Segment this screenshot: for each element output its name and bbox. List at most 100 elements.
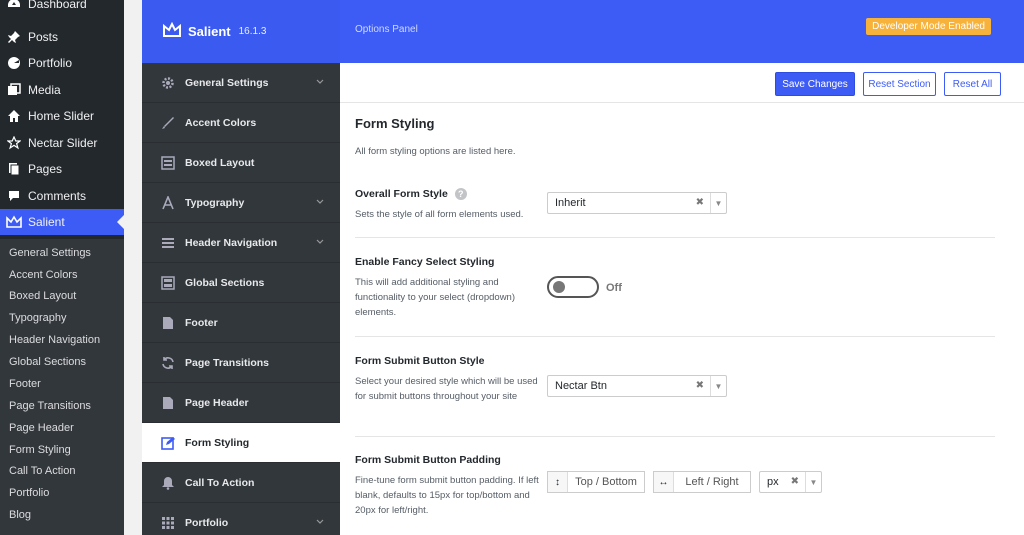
menu-icon xyxy=(160,235,176,251)
sidebar-item-label: General Settings xyxy=(185,76,269,89)
options-panel-label: Options Panel xyxy=(355,24,418,35)
chevron-down-icon[interactable]: ▼ xyxy=(710,193,726,213)
reset-section-button[interactable]: Reset Section xyxy=(863,72,936,96)
options-sidebar: General Settings Accent Colors Boxed Lay… xyxy=(142,63,340,535)
horizontal-arrows-icon: ↔ xyxy=(654,472,674,492)
padding-top-bottom-input[interactable]: ↕ Top / Bottom xyxy=(547,471,645,493)
padding-left-right-input[interactable]: ↔ Left / Right xyxy=(653,471,751,493)
clear-icon[interactable]: ✖ xyxy=(696,197,704,208)
sidebar-item-accent-colors[interactable]: Accent Colors xyxy=(142,103,340,143)
pages-icon xyxy=(6,161,22,177)
sidebar-item-label: Header Navigation xyxy=(185,236,278,249)
chevron-down-icon[interactable]: ▼ xyxy=(710,376,726,396)
sidebar-item-global-sections[interactable]: Global Sections xyxy=(142,263,340,303)
wp-menu-label: Portfolio xyxy=(28,56,73,70)
page-header-icon xyxy=(160,395,176,411)
submit-button-style-select[interactable]: Nectar Btn ✖ ▼ xyxy=(547,375,727,397)
wp-submenu-item[interactable]: General Settings xyxy=(9,243,91,263)
sidebar-item-page-transitions[interactable]: Page Transitions xyxy=(142,343,340,383)
wp-submenu-item[interactable]: Page Header xyxy=(9,418,74,438)
grid-icon xyxy=(160,515,176,531)
wp-menu-label: Home Slider xyxy=(28,109,95,123)
wp-menu-pages[interactable]: Pages xyxy=(0,156,124,182)
select-value: px xyxy=(767,476,779,488)
toggle-state: Off xyxy=(606,282,622,294)
wp-menu-portfolio[interactable]: Portfolio xyxy=(0,50,124,76)
wp-menu-dashboard[interactable]: Dashboard xyxy=(0,0,124,17)
sidebar-item-label: Portfolio xyxy=(185,516,229,529)
gear-icon xyxy=(160,75,176,91)
dashboard-icon xyxy=(6,0,22,12)
wp-menu-salient[interactable]: Salient xyxy=(0,209,124,235)
comments-icon xyxy=(6,188,22,204)
wp-submenu-item[interactable]: Call To Action xyxy=(9,461,75,481)
help-icon[interactable]: ? xyxy=(454,188,467,201)
options-toolbar: Save Changes Reset Section Reset All xyxy=(340,63,1024,103)
wp-submenu-item[interactable]: Portfolio xyxy=(9,483,49,503)
field-overall-form-style: Overall Form Style? Sets the style of al… xyxy=(355,175,995,238)
chevron-down-icon xyxy=(316,237,324,249)
wp-menu-nectar-slider[interactable]: Nectar Slider xyxy=(0,130,124,156)
fancy-select-toggle[interactable] xyxy=(547,276,599,298)
edit-icon xyxy=(160,435,176,451)
wp-menu-label: Nectar Slider xyxy=(28,136,98,150)
wp-submenu-item[interactable]: Form Styling xyxy=(9,440,71,460)
select-value: Nectar Btn xyxy=(555,380,607,392)
sidebar-item-label: Page Header xyxy=(185,396,249,409)
brand-title: Salient xyxy=(188,24,231,39)
chevron-down-icon[interactable]: ▼ xyxy=(805,472,821,492)
sidebar-item-call-to-action[interactable]: Call To Action xyxy=(142,463,340,503)
wp-submenu-item[interactable]: Typography xyxy=(9,308,66,328)
wp-submenu-item[interactable]: Global Sections xyxy=(9,352,86,372)
wp-menu-home-slider[interactable]: Home Slider xyxy=(0,103,124,129)
field-label: Form Submit Button Style xyxy=(355,355,485,367)
sidebar-item-general-settings[interactable]: General Settings xyxy=(142,63,340,103)
padding-placeholder: Top / Bottom xyxy=(575,476,637,488)
wp-submenu-item[interactable]: Boxed Layout xyxy=(9,286,76,306)
sidebar-item-form-styling[interactable]: Form Styling xyxy=(142,423,340,463)
chevron-down-icon xyxy=(316,77,324,89)
wp-menu-label: Dashboard xyxy=(28,0,87,11)
wp-menu-comments[interactable]: Comments xyxy=(0,183,124,209)
save-changes-button[interactable]: Save Changes xyxy=(775,72,855,96)
reset-all-button[interactable]: Reset All xyxy=(944,72,1001,96)
wp-submenu-item[interactable]: Blog xyxy=(9,505,31,525)
sidebar-item-label: Call To Action xyxy=(185,476,255,489)
vertical-arrows-icon: ↕ xyxy=(548,472,568,492)
clear-icon[interactable]: ✖ xyxy=(696,380,704,391)
wp-submenu-item[interactable]: Footer xyxy=(9,374,41,394)
wp-submenu-item[interactable]: Page Transitions xyxy=(9,396,91,416)
toggle-knob xyxy=(553,281,565,293)
padding-placeholder: Left / Right xyxy=(685,476,739,488)
sections-icon xyxy=(160,275,176,291)
gutter xyxy=(124,0,142,535)
options-header: Salient 16.1.3 Options Panel Developer M… xyxy=(142,0,1024,63)
sidebar-item-portfolio[interactable]: Portfolio xyxy=(142,503,340,535)
wp-submenu: General Settings Accent Colors Boxed Lay… xyxy=(0,239,124,535)
wp-menu-posts[interactable]: Posts xyxy=(0,24,124,50)
sidebar-item-boxed-layout[interactable]: Boxed Layout xyxy=(142,143,340,183)
sidebar-item-label: Form Styling xyxy=(185,436,250,449)
sidebar-item-footer[interactable]: Footer xyxy=(142,303,340,343)
overall-form-style-select[interactable]: Inherit ✖ ▼ xyxy=(547,192,727,214)
wp-submenu-item[interactable]: Accent Colors xyxy=(9,265,77,285)
footer-icon xyxy=(160,315,176,331)
chevron-down-icon xyxy=(316,197,324,209)
clear-icon[interactable]: ✖ xyxy=(791,476,799,487)
sidebar-item-page-header[interactable]: Page Header xyxy=(142,383,340,423)
section-description: All form styling options are listed here… xyxy=(355,146,516,157)
sidebar-item-typography[interactable]: Typography xyxy=(142,183,340,223)
developer-mode-badge: Developer Mode Enabled xyxy=(866,18,991,35)
sidebar-item-header-navigation[interactable]: Header Navigation xyxy=(142,223,340,263)
media-icon xyxy=(6,82,22,98)
wp-submenu-item[interactable]: Header Navigation xyxy=(9,330,100,350)
padding-unit-select[interactable]: px ✖ ▼ xyxy=(759,471,822,493)
field-description: Sets the style of all form elements used… xyxy=(355,209,524,220)
options-content: Save Changes Reset Section Reset All For… xyxy=(340,63,1024,535)
wp-menu-media[interactable]: Media xyxy=(0,77,124,103)
field-label-text: Overall Form Style xyxy=(355,188,448,200)
wp-menu-label: Comments xyxy=(28,189,87,203)
sidebar-item-label: Footer xyxy=(185,316,218,329)
field-description: Fine-tune form submit button padding. If… xyxy=(355,475,539,516)
star-icon xyxy=(6,135,22,151)
